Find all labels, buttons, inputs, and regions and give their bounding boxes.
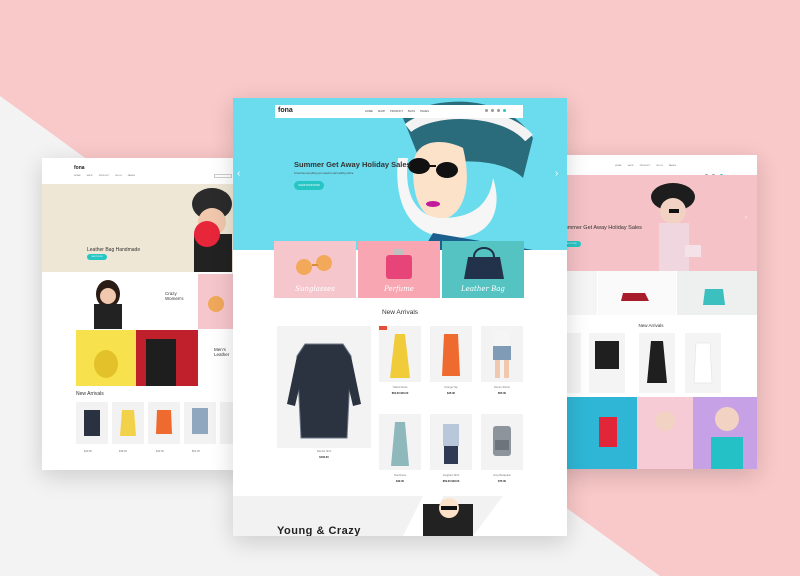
center-hero-prev-arrow[interactable]: ‹	[237, 168, 240, 179]
right-nav-pages[interactable]: PAGES	[669, 165, 676, 167]
right-nav-shop[interactable]: SHOP	[628, 165, 634, 167]
center-page-preview: Summer Get Away Holiday Sales Fona has e…	[233, 98, 567, 536]
user-icon[interactable]	[491, 109, 494, 112]
product-price-6: $75.00	[498, 480, 506, 483]
product-card-2[interactable]	[430, 326, 472, 382]
center-logo[interactable]: fona	[278, 107, 293, 114]
left-hero-banner: Leather Bag Handmade SHOP NOW	[42, 184, 240, 272]
left-search-input[interactable]	[214, 174, 232, 178]
center-nav-home[interactable]: HOME	[365, 110, 373, 113]
right-hero-title: Summer Get Away Holiday Sales	[561, 225, 642, 231]
product-name-6[interactable]: Grey Backpack	[472, 474, 532, 477]
right-nav-product[interactable]: PRODUCT	[640, 165, 651, 167]
left-page-preview: fona HOME SHOP PRODUCT BLOG PAGES Leathe…	[42, 158, 240, 470]
product-name-3[interactable]: Denim Shorts	[472, 386, 532, 389]
left-hero-model-image	[192, 188, 232, 272]
left-hero-title: Leather Bag Handmade	[87, 247, 141, 253]
product-card-6[interactable]	[481, 414, 523, 470]
center-header: fona HOME SHOP PRODUCT BLOG PAGES	[275, 105, 523, 118]
center-hero-shop-button[interactable]: SHOP NOW NOW	[294, 181, 324, 190]
category-label: Leather Bag	[461, 285, 505, 293]
category-label: Perfume	[384, 285, 414, 293]
grey-backpack-image	[493, 426, 511, 456]
gingham-shirt-image	[443, 424, 459, 464]
orange-top-image	[442, 334, 460, 376]
left-nav-pages[interactable]: PAGES	[128, 175, 135, 177]
right-lookbook-grid	[545, 397, 757, 469]
left-nav-shop[interactable]: SHOP	[87, 175, 93, 177]
product-card-4[interactable]	[379, 414, 421, 470]
left-promo-men[interactable]: Men's Leather	[214, 347, 229, 357]
left-hero-shop-button[interactable]: SHOP NOW	[87, 254, 107, 260]
right-product-row	[545, 333, 721, 393]
left-price-1: $40.00	[84, 450, 92, 453]
center-nav-blog[interactable]: BLOG	[408, 110, 415, 113]
left-nav-home[interactable]: HOME	[74, 175, 81, 177]
center-header-icons	[485, 109, 506, 112]
center-hero-banner: Summer Get Away Holiday Sales Fona has e…	[233, 98, 567, 250]
center-nav-shop[interactable]: SHOP	[378, 110, 385, 113]
center-arrivals-title: New Arrivals	[381, 309, 419, 316]
left-price-4: $51.00	[192, 450, 200, 453]
right-hero-model-image	[651, 183, 701, 271]
left-nav-blog[interactable]: BLOG	[116, 175, 122, 177]
left-arrivals-title: New Arrivals	[76, 391, 104, 397]
right-header: HOME SHOP PRODUCT BLOG PAGES	[545, 155, 757, 177]
left-nav: HOME SHOP PRODUCT BLOG PAGES	[74, 175, 135, 177]
center-nav-pages[interactable]: PAGES	[420, 110, 429, 113]
right-hero-banner: Summer Get Away Holiday Sales SHOP NOW ›	[545, 175, 757, 271]
center-hero-model-image	[397, 101, 533, 250]
product-price-3: $55.00	[498, 392, 506, 395]
young-crazy-title: Young & Crazy	[277, 525, 361, 536]
center-hero-title: Summer Get Away Holiday Sales	[294, 160, 411, 169]
search-icon[interactable]	[485, 109, 488, 112]
left-product-row	[76, 402, 240, 444]
center-hero-subtitle: Fona has everything you need to start se…	[294, 172, 354, 175]
category-perfume[interactable]: Perfume	[358, 241, 440, 298]
product-card-3[interactable]	[481, 326, 523, 382]
center-nav: HOME SHOP PRODUCT BLOG PAGES	[365, 110, 429, 113]
category-sunglasses[interactable]: Sunglasses	[274, 241, 356, 298]
right-nav-blog[interactable]: BLOG	[657, 165, 663, 167]
heart-icon[interactable]	[497, 109, 500, 112]
left-header: fona HOME SHOP PRODUCT BLOG PAGES	[42, 158, 240, 184]
right-hero-next-arrow[interactable]: ›	[745, 215, 747, 221]
teal-dress-image	[391, 422, 409, 466]
flannel-shirt-image	[287, 343, 361, 439]
left-promo-women[interactable]: Crazy Women's	[165, 291, 184, 301]
left-price-2: $38.00	[119, 450, 127, 453]
denim-shorts-image	[493, 330, 511, 378]
center-nav-product[interactable]: PRODUCT	[390, 110, 403, 113]
category-leather-bag[interactable]: Leather Bag	[442, 241, 524, 298]
cart-icon[interactable]	[503, 109, 506, 112]
right-arrivals-title: New Arrivals	[638, 323, 664, 328]
left-logo[interactable]: fona	[74, 165, 85, 171]
product-card-1[interactable]	[379, 326, 421, 382]
featured-product-card[interactable]	[277, 326, 371, 448]
left-nav-product[interactable]: PRODUCT	[99, 175, 110, 177]
left-promo-grid	[76, 274, 236, 386]
right-nav-home[interactable]: HOME	[615, 165, 622, 167]
yellow-dress-image	[390, 334, 410, 378]
right-category-row	[545, 271, 757, 315]
sale-badge	[379, 326, 387, 330]
left-price-3: $32.00	[156, 450, 164, 453]
featured-product-name[interactable]: Flannel Shirt	[294, 450, 354, 453]
product-card-5[interactable]	[430, 414, 472, 470]
featured-product-price: $100.00	[319, 456, 329, 459]
right-nav: HOME SHOP PRODUCT BLOG PAGES	[615, 165, 676, 167]
center-hero-next-arrow[interactable]: ›	[555, 168, 558, 179]
category-label: Sunglasses	[295, 285, 335, 293]
right-page-preview: HOME SHOP PRODUCT BLOG PAGES Summer Get …	[545, 155, 757, 469]
